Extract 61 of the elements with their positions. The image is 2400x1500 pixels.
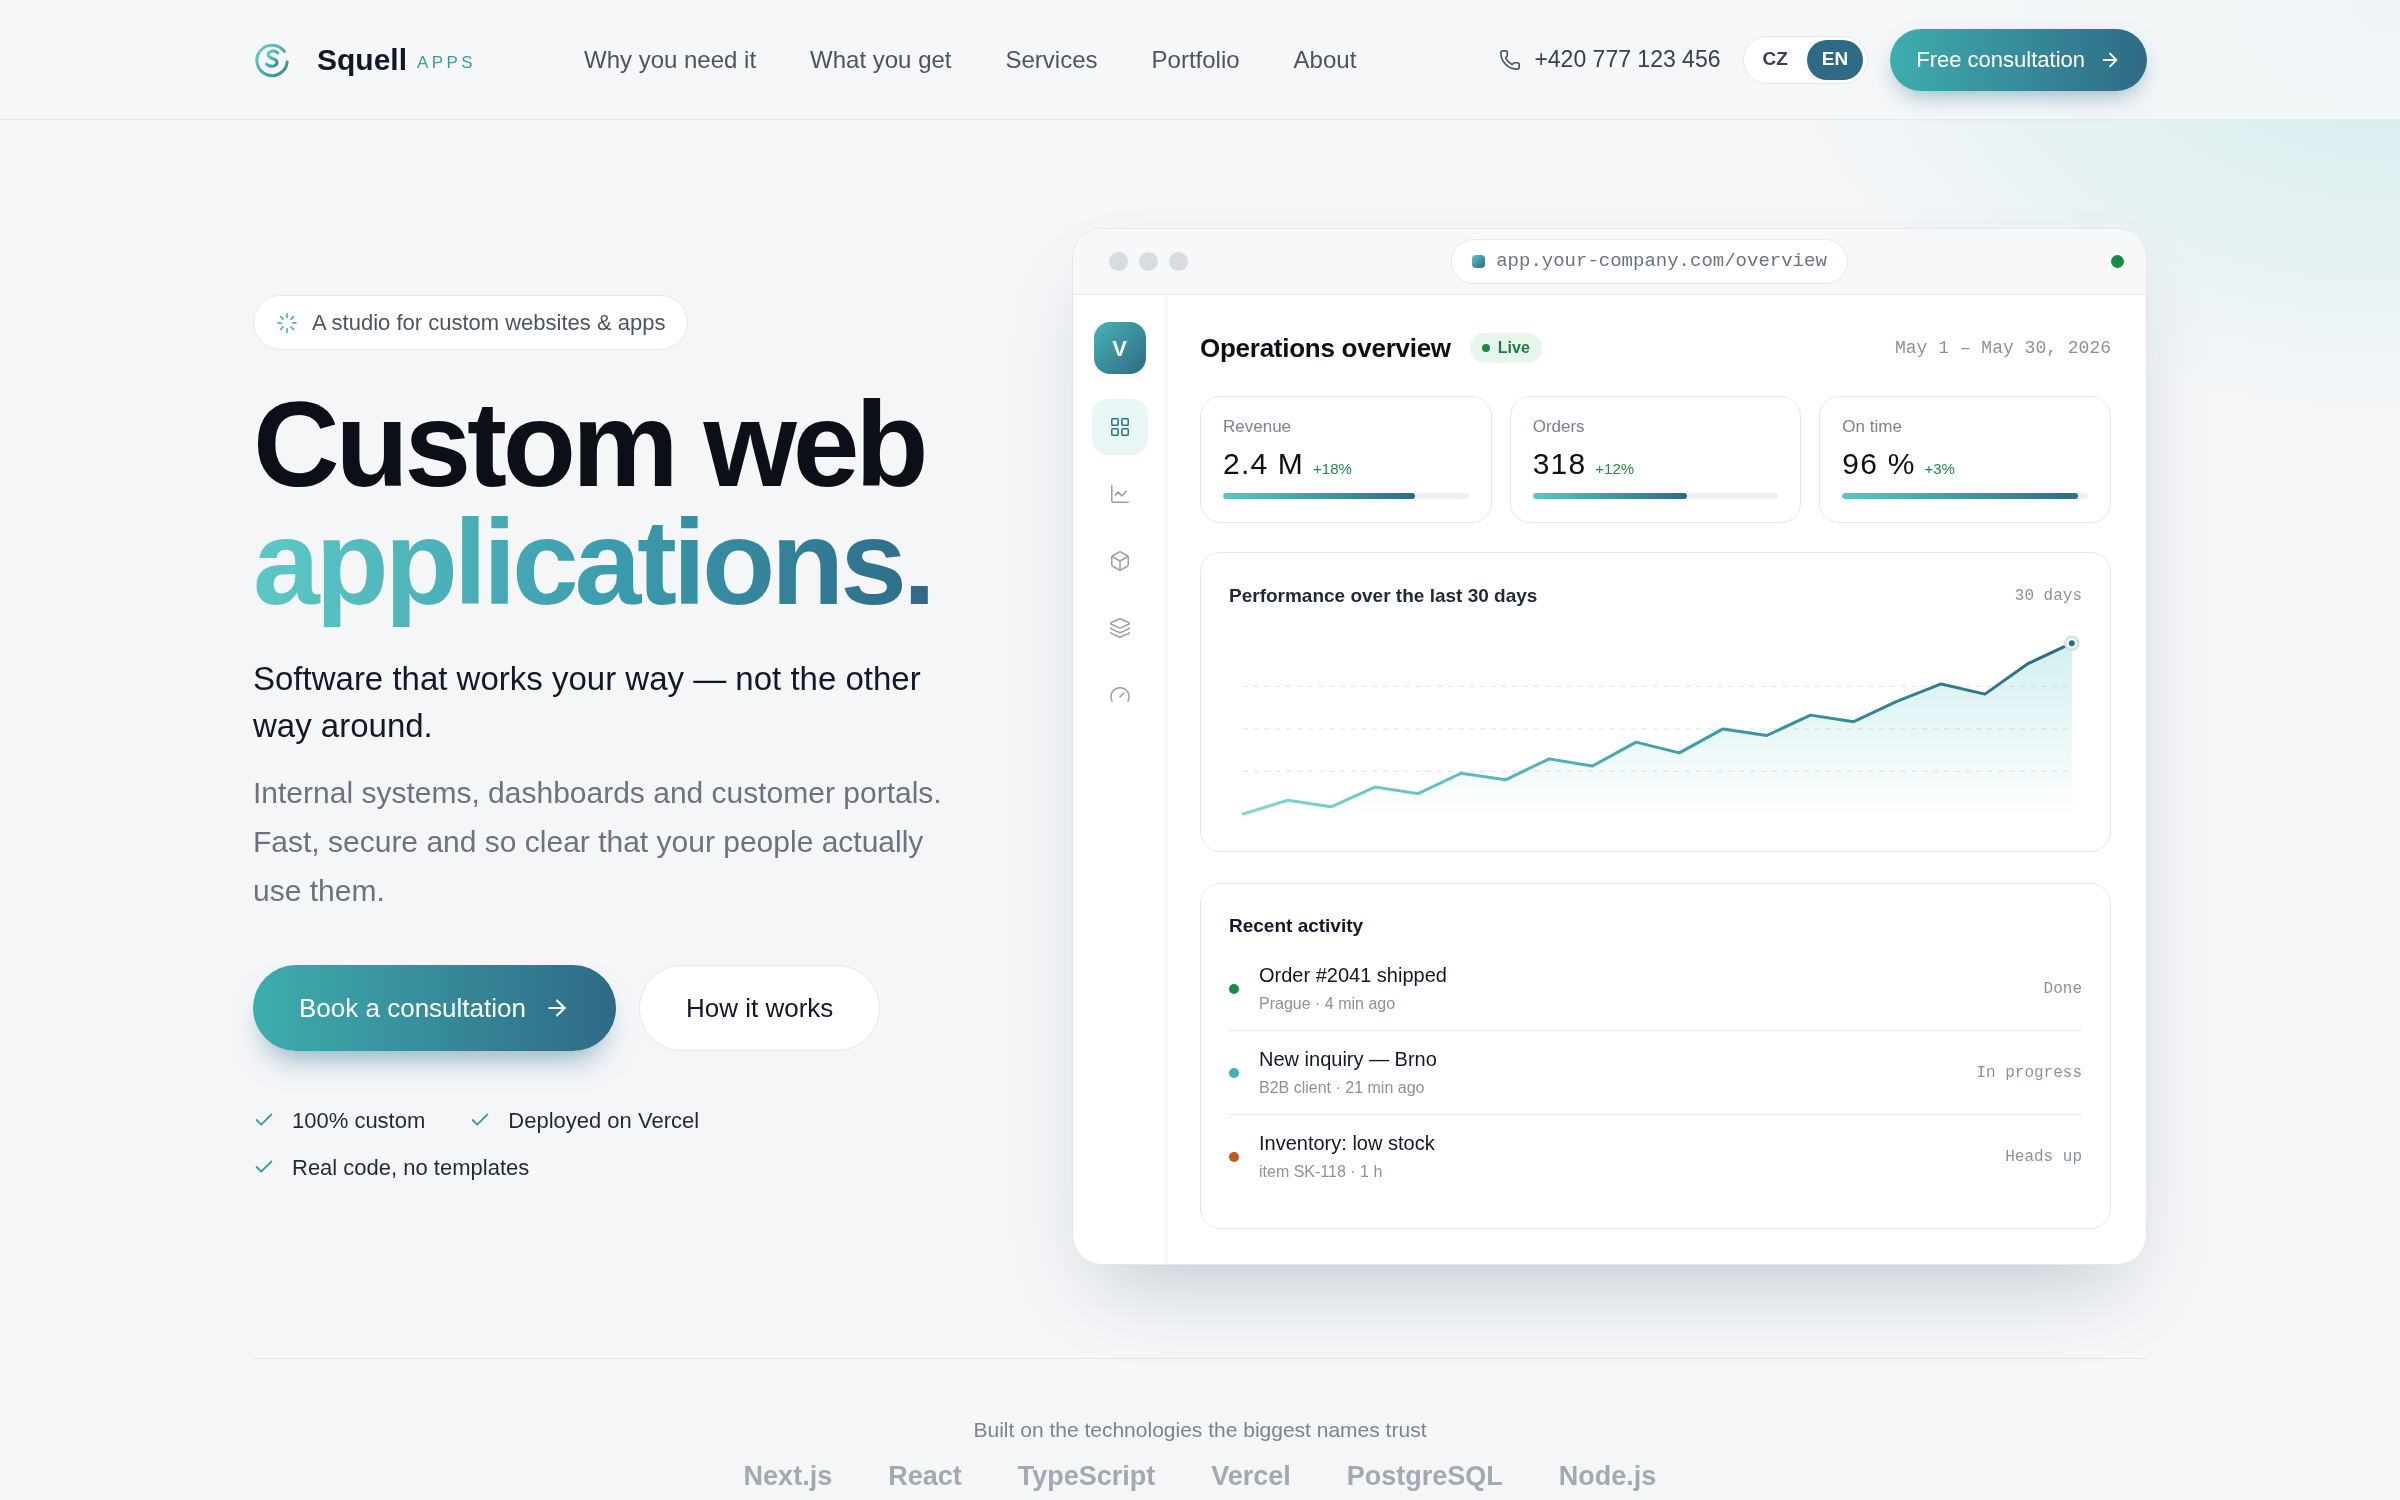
tech-name: Node.js bbox=[1558, 1460, 1657, 1493]
date-range: May 1 – May 30, 2026 bbox=[1894, 336, 2111, 360]
logo-name[interactable]: Squell bbox=[317, 44, 407, 75]
activity-title-text: Inventory: low stock bbox=[1259, 1131, 1435, 1156]
sidebar-item[interactable] bbox=[1091, 399, 1148, 455]
feature-text: Real code, no templates bbox=[292, 1153, 530, 1182]
url-text: app.your-company.com/overview bbox=[1496, 249, 1827, 275]
language-option[interactable]: EN bbox=[1806, 39, 1864, 80]
stat-label: Revenue bbox=[1223, 417, 1293, 437]
chart-title: Performance over the last 30 days bbox=[1229, 583, 1538, 608]
url-field[interactable]: app.your-company.com/overview bbox=[1451, 239, 1848, 284]
activity-title-text: New inquiry — Brno bbox=[1259, 1047, 1437, 1072]
favicon-icon bbox=[1472, 255, 1486, 268]
language-option[interactable]: CZ bbox=[1747, 39, 1803, 80]
free-consultation-button[interactable]: Free consultation bbox=[1890, 28, 2147, 91]
avatar: V bbox=[1093, 322, 1146, 374]
phone-number[interactable]: +420 777 123 456 bbox=[1534, 42, 1721, 77]
tech-name: PostgreSQL bbox=[1346, 1460, 1503, 1493]
tech-name: Vercel bbox=[1211, 1460, 1291, 1493]
stat-value: 2.4 M bbox=[1223, 446, 1305, 482]
nav-link[interactable]: Services bbox=[1005, 41, 1098, 78]
activity-detail: B2B client · 21 min ago bbox=[1259, 1078, 1426, 1098]
nav-link[interactable]: Portfolio bbox=[1151, 41, 1240, 78]
how-it-works-button[interactable]: How it works bbox=[638, 965, 881, 1051]
stat-change: +12% bbox=[1595, 459, 1635, 479]
tech-caption: Built on the technologies the biggest names trust bbox=[973, 1417, 1427, 1443]
line-chart-icon bbox=[1108, 483, 1131, 505]
activity-title-text: Order #2041 shipped bbox=[1259, 963, 1447, 988]
chart-period: 30 days bbox=[2014, 586, 2082, 607]
stat-change: +3% bbox=[1924, 459, 1955, 479]
tech-name: TypeScript bbox=[1017, 1460, 1156, 1493]
description: Internal systems, dashboards and customer portals. Fast, secure and so clear that your people actually use them. bbox=[253, 775, 943, 909]
live-text: Live bbox=[1497, 338, 1530, 358]
stat-change: +18% bbox=[1313, 459, 1352, 479]
nav-link[interactable]: Why you need it bbox=[584, 41, 757, 78]
activity-title: Recent activity bbox=[1229, 914, 1365, 938]
activity-status: Done bbox=[2043, 978, 2082, 1000]
activity-detail: Prague · 4 min ago bbox=[1259, 994, 1397, 1014]
nav-link[interactable]: About bbox=[1293, 41, 1357, 78]
tech-name: Next.js bbox=[743, 1460, 833, 1493]
feature-text: Deployed on Vercel bbox=[508, 1106, 700, 1135]
stat-value: 318 bbox=[1532, 446, 1587, 482]
tech-name: React bbox=[888, 1460, 962, 1493]
nav-link[interactable]: What you get bbox=[810, 41, 952, 78]
cube-icon bbox=[1108, 550, 1131, 572]
phone-icon bbox=[1499, 48, 1522, 71]
stat-label: Orders bbox=[1532, 417, 1586, 437]
logo-suffix: APPS bbox=[417, 54, 476, 71]
grid-icon bbox=[1108, 416, 1131, 438]
sparkle-icon bbox=[276, 311, 298, 334]
headline: Custom web bbox=[253, 385, 926, 503]
activity-status: In progress bbox=[1976, 1062, 2082, 1084]
stat-label: On time bbox=[1842, 417, 1903, 437]
stat-value: 96 % bbox=[1842, 446, 1916, 482]
layers-icon bbox=[1108, 617, 1131, 639]
badge-text: A studio for custom websites & apps bbox=[312, 309, 666, 337]
activity-status: Heads up bbox=[2005, 1146, 2082, 1168]
subtitle: Software that works your way — not the other way around. bbox=[253, 659, 922, 746]
feature-text: 100% custom bbox=[292, 1106, 426, 1135]
activity-detail: item SK-118 · 1 h bbox=[1259, 1162, 1384, 1182]
dashboard-title: Operations overview bbox=[1200, 331, 1451, 365]
